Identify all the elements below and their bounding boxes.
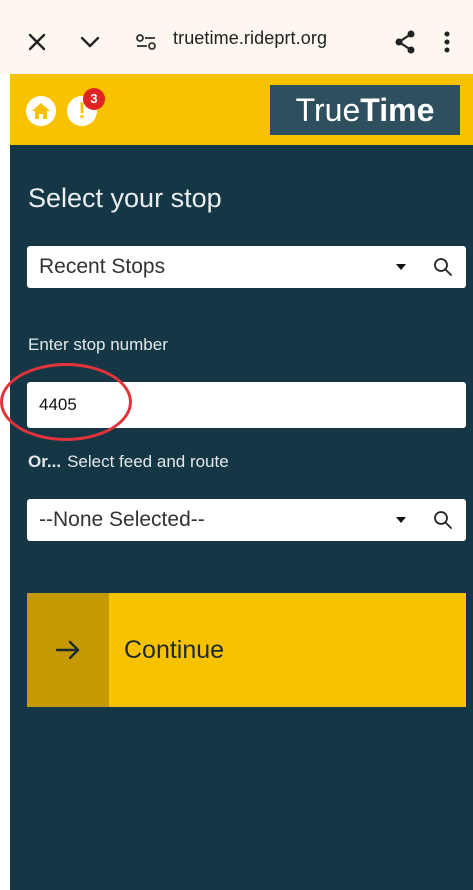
feed-route-select[interactable]: --None Selected-- (27, 499, 466, 541)
site-settings-icon[interactable] (134, 31, 158, 53)
dropdown-caret-icon (396, 264, 406, 270)
search-icon[interactable] (432, 256, 454, 278)
recent-stops-value: Recent Stops (39, 255, 166, 278)
close-icon[interactable] (26, 31, 48, 53)
alert-count-badge: 3 (83, 88, 105, 110)
route-label-prefix: Or... (28, 452, 62, 471)
route-label: Or... Select feed and route (28, 452, 229, 472)
home-button[interactable] (26, 96, 56, 126)
search-icon[interactable] (432, 509, 454, 531)
chevron-down-icon[interactable] (78, 31, 102, 53)
more-vertical-icon[interactable] (440, 29, 454, 55)
home-icon (32, 103, 50, 119)
logo-text-light: True (295, 91, 361, 128)
page-title: Select your stop (28, 183, 222, 213)
stop-number-input[interactable] (27, 382, 466, 428)
recent-stops-select[interactable]: Recent Stops (27, 246, 466, 288)
share-icon[interactable] (392, 29, 418, 55)
stop-number-label: Enter stop number (28, 335, 168, 354)
continue-arrow-box (27, 593, 109, 707)
dropdown-caret-icon (396, 517, 406, 523)
route-label-text: Select feed and route (67, 452, 229, 471)
continue-button[interactable]: Continue (27, 593, 466, 707)
truetime-logo: True Time (270, 85, 460, 135)
app-header: ! 3 True Time (10, 74, 473, 145)
browser-toolbar: truetime.rideprt.org (0, 0, 473, 74)
address-bar-url[interactable]: truetime.rideprt.org (173, 28, 327, 49)
stop-selection-panel: Select your stop Recent Stops Enter stop… (0, 145, 473, 890)
logo-text-bold: Time (360, 91, 435, 128)
continue-label: Continue (124, 635, 225, 664)
feed-route-value: --None Selected-- (39, 508, 205, 531)
arrow-right-icon (55, 640, 80, 660)
